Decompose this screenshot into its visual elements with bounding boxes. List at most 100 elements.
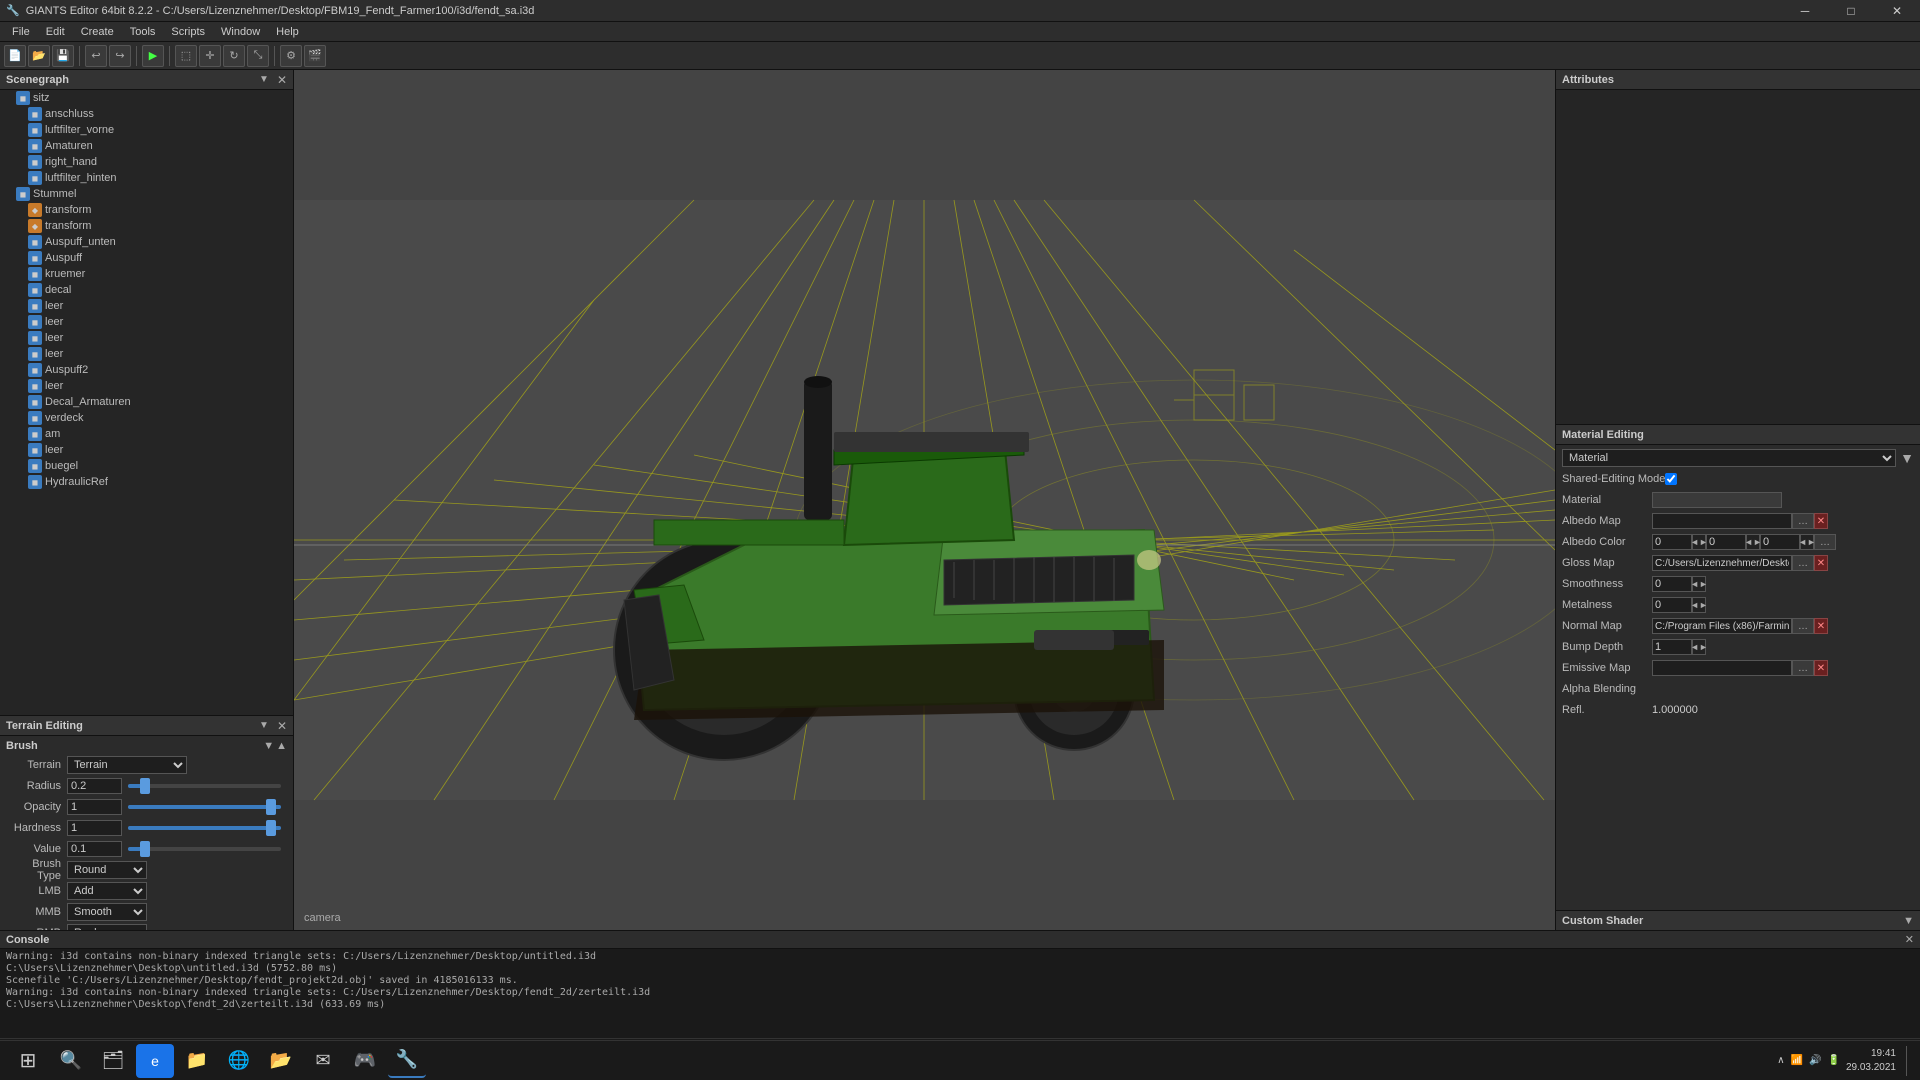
taskbar-chrome[interactable]: 🌐 <box>220 1044 258 1078</box>
taskbar-show-desktop[interactable] <box>1906 1046 1912 1076</box>
value-input[interactable] <box>67 841 122 857</box>
undo-button[interactable]: ↩ <box>85 45 107 67</box>
taskbar-blender[interactable]: 🎮 <box>346 1044 384 1078</box>
taskbar-clock[interactable]: 19:41 29.03.2021 <box>1846 1047 1896 1075</box>
emissive-map-input[interactable] <box>1652 660 1792 676</box>
sg-item-buegel-23[interactable]: ◼buegel <box>0 458 293 474</box>
taskbar-task-view[interactable]: 🗂 <box>94 1044 132 1078</box>
render-button[interactable]: 🎬 <box>304 45 326 67</box>
sg-item-sitz-0[interactable]: ◼sitz <box>0 90 293 106</box>
sg-item-Auspuff2-17[interactable]: ◼Auspuff2 <box>0 362 293 378</box>
new-button[interactable]: 📄 <box>4 45 26 67</box>
sg-item-transform-8[interactable]: ◆transform <box>0 218 293 234</box>
sg-item-decal-12[interactable]: ◼decal <box>0 282 293 298</box>
sg-item-right_hand-4[interactable]: ◼right_hand <box>0 154 293 170</box>
menu-edit[interactable]: Edit <box>38 24 73 40</box>
smoothness-input[interactable] <box>1652 576 1692 592</box>
sg-item-leer-13[interactable]: ◼leer <box>0 298 293 314</box>
open-button[interactable]: 📂 <box>28 45 50 67</box>
opacity-slider-thumb[interactable] <box>266 799 276 815</box>
sg-item-verdeck-20[interactable]: ◼verdeck <box>0 410 293 426</box>
brush-expand[interactable]: ▼ <box>263 740 274 752</box>
normal-map-input[interactable] <box>1652 618 1792 634</box>
material-field-input[interactable] <box>1652 492 1782 508</box>
sg-item-transform-7[interactable]: ◆transform <box>0 202 293 218</box>
taskbar-battery[interactable]: 🔋 <box>1827 1055 1839 1066</box>
sg-item-Auspuff_unten-9[interactable]: ◼Auspuff_unten <box>0 234 293 250</box>
value-slider-thumb[interactable] <box>140 841 150 857</box>
sg-item-Stummel-6[interactable]: ◼Stummel <box>0 186 293 202</box>
smoothness-arrow[interactable]: ◄► <box>1692 576 1706 592</box>
albedo-b-arrow[interactable]: ◄► <box>1800 534 1814 550</box>
albedo-g-arrow[interactable]: ◄► <box>1746 534 1760 550</box>
titlebar-controls[interactable]: ─ □ ✕ <box>1782 0 1920 22</box>
console-close[interactable]: ✕ <box>1905 933 1914 946</box>
value-slider[interactable] <box>128 847 281 851</box>
menu-file[interactable]: File <box>4 24 38 40</box>
sg-item-leer-18[interactable]: ◼leer <box>0 378 293 394</box>
taskbar-sound[interactable]: 🔊 <box>1809 1055 1821 1066</box>
sg-item-am-21[interactable]: ◼am <box>0 426 293 442</box>
albedo-r-arrow[interactable]: ◄► <box>1692 534 1706 550</box>
hardness-input[interactable] <box>67 820 122 836</box>
menu-scripts[interactable]: Scripts <box>163 24 213 40</box>
emissive-map-delete[interactable]: ✕ <box>1814 660 1828 676</box>
metalness-arrow[interactable]: ◄► <box>1692 597 1706 613</box>
select-button[interactable]: ⬚ <box>175 45 197 67</box>
taskbar-active-app[interactable]: 🔧 <box>388 1044 426 1078</box>
material-dropdown-arrow[interactable]: ▼ <box>1900 450 1914 466</box>
albedo-b-input[interactable] <box>1760 534 1800 550</box>
sg-item-anschluss-1[interactable]: ◼anschluss <box>0 106 293 122</box>
sg-item-Auspuff-10[interactable]: ◼Auspuff <box>0 250 293 266</box>
sg-item-luftfilter_hinten-5[interactable]: ◼luftfilter_hinten <box>0 170 293 186</box>
maximize-button[interactable]: □ <box>1828 0 1874 22</box>
minimize-button[interactable]: ─ <box>1782 0 1828 22</box>
mmb-dropdown[interactable]: Smooth Add Subtract Replace <box>67 903 147 921</box>
albedo-map-delete[interactable]: ✕ <box>1814 513 1828 529</box>
hardness-slider-thumb[interactable] <box>266 820 276 836</box>
shared-editing-checkbox[interactable] <box>1665 473 1677 485</box>
gloss-map-delete[interactable]: ✕ <box>1814 555 1828 571</box>
gloss-map-browse[interactable]: … <box>1792 555 1814 571</box>
gloss-map-input[interactable] <box>1652 555 1792 571</box>
normal-map-browse[interactable]: … <box>1792 618 1814 634</box>
close-button[interactable]: ✕ <box>1874 0 1920 22</box>
sg-item-kruemer-11[interactable]: ◼kruemer <box>0 266 293 282</box>
radius-input[interactable] <box>67 778 122 794</box>
radius-slider[interactable] <box>128 784 281 788</box>
sg-item-Decal_Armaturen-19[interactable]: ◼Decal_Armaturen <box>0 394 293 410</box>
albedo-map-browse[interactable]: … <box>1792 513 1814 529</box>
save-button[interactable]: 💾 <box>52 45 74 67</box>
sg-item-leer-15[interactable]: ◼leer <box>0 330 293 346</box>
sg-item-leer-16[interactable]: ◼leer <box>0 346 293 362</box>
scale-button[interactable]: ⤡ <box>247 45 269 67</box>
albedo-g-input[interactable] <box>1706 534 1746 550</box>
albedo-map-input[interactable] <box>1652 513 1792 529</box>
taskbar-mail[interactable]: ✉ <box>304 1044 342 1078</box>
hardness-slider[interactable] <box>128 826 281 830</box>
opacity-slider[interactable] <box>128 805 281 809</box>
radius-slider-thumb[interactable] <box>140 778 150 794</box>
terrain-dropdown[interactable]: Terrain <box>67 756 187 774</box>
terrain-collapse-btn[interactable]: ▼ <box>259 720 269 731</box>
opacity-input[interactable] <box>67 799 122 815</box>
bump-depth-input[interactable] <box>1652 639 1692 655</box>
emissive-map-browse[interactable]: … <box>1792 660 1814 676</box>
menu-create[interactable]: Create <box>73 24 122 40</box>
material-top-dropdown[interactable]: Material <box>1562 449 1896 467</box>
lmb-dropdown[interactable]: Add Subtract Smooth Replace <box>67 882 147 900</box>
sg-item-leer-14[interactable]: ◼leer <box>0 314 293 330</box>
sg-item-Amaturen-3[interactable]: ◼Amaturen <box>0 138 293 154</box>
viewport[interactable]: camera <box>294 70 1555 930</box>
menu-help[interactable]: Help <box>268 24 307 40</box>
custom-shader-arrow[interactable]: ▼ <box>1903 915 1914 927</box>
albedo-color-browse[interactable]: … <box>1814 534 1836 550</box>
albedo-r-input[interactable] <box>1652 534 1692 550</box>
menu-window[interactable]: Window <box>213 24 268 40</box>
start-button[interactable]: ⊞ <box>8 1044 48 1078</box>
brush-type-dropdown[interactable]: Round Square <box>67 861 147 879</box>
taskbar-search[interactable]: 🔍 <box>52 1044 90 1078</box>
menu-tools[interactable]: Tools <box>122 24 164 40</box>
terrain-close-btn[interactable]: ✕ <box>277 719 287 733</box>
sg-item-HydraulicRef-24[interactable]: ◼HydraulicRef <box>0 474 293 490</box>
